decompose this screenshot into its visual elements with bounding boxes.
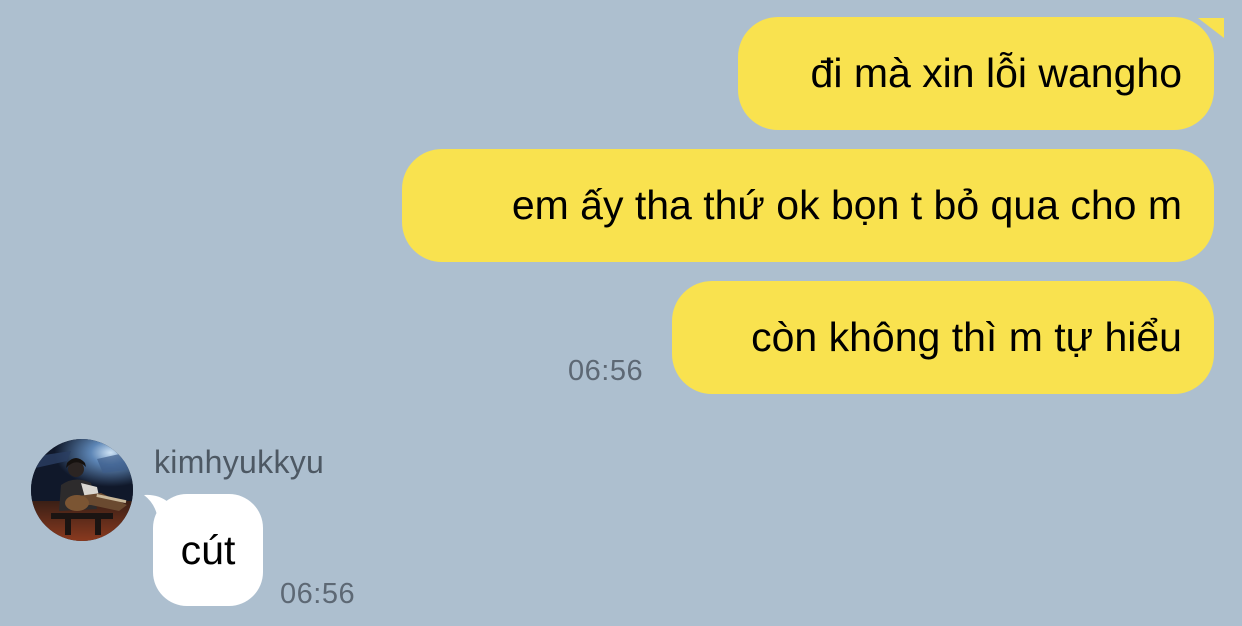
outgoing-message-bubble[interactable]: còn không thì m tự hiểu — [672, 281, 1214, 394]
incoming-timestamp: 06:56 — [280, 578, 356, 610]
message-text: cút — [180, 526, 236, 573]
incoming-message-bubble[interactable]: cút — [153, 494, 263, 606]
chat-view: đi mà xin lỗi wangho em ấy tha thứ ok bọ… — [0, 0, 1242, 626]
avatar[interactable] — [31, 439, 133, 541]
message-text: em ấy tha thứ ok bọn t bỏ qua cho m — [511, 182, 1182, 228]
sender-name: kimhyukkyu — [154, 444, 325, 480]
message-text: đi mà xin lỗi wangho — [810, 50, 1182, 96]
outgoing-timestamp: 06:56 — [568, 355, 644, 387]
outgoing-message-bubble[interactable]: em ấy tha thứ ok bọn t bỏ qua cho m — [402, 149, 1214, 262]
outgoing-message-bubble[interactable]: đi mà xin lỗi wangho — [738, 17, 1214, 130]
message-text: còn không thì m tự hiểu — [751, 314, 1182, 360]
avatar-photo-icon — [31, 439, 133, 541]
